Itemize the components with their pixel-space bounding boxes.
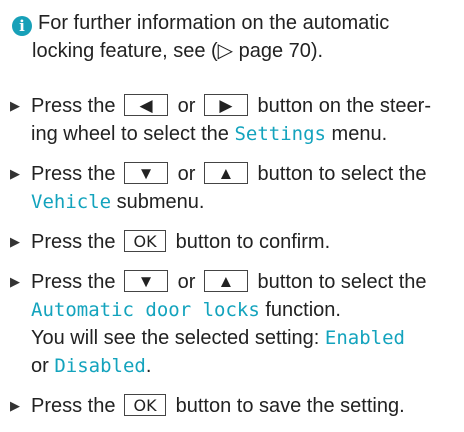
step-2: ▶ Press the ▼ or ▲ button to select the … bbox=[0, 160, 464, 216]
function-name: Automatic door locks bbox=[31, 299, 260, 321]
menu-name: Settings bbox=[234, 123, 326, 145]
step-1: ▶ Press the ◀ or ▶ button on the steer- … bbox=[0, 92, 464, 148]
up-arrow-key: ▲ bbox=[203, 161, 248, 184]
note-line1: For further information on the automatic bbox=[38, 12, 390, 34]
manual-page: i For further information on the automati… bbox=[0, 0, 464, 417]
step-3: ▶ Press the OK button to confirm. bbox=[0, 228, 464, 256]
info-icon: i bbox=[12, 16, 32, 36]
page-ref-arrow-icon: ▷ bbox=[217, 40, 234, 62]
info-note: i For further information on the automati… bbox=[12, 9, 456, 65]
bullet-icon: ▶ bbox=[10, 274, 20, 289]
step-5: ▶ Press the OK button to save the settin… bbox=[0, 392, 464, 420]
ok-key: OK bbox=[124, 393, 167, 416]
note-line2: locking feature, see (▷ page 70). bbox=[32, 40, 324, 62]
ok-key: OK bbox=[124, 229, 167, 252]
up-arrow-key: ▲ bbox=[203, 269, 248, 292]
bullet-icon: ▶ bbox=[10, 166, 20, 181]
bullet-icon: ▶ bbox=[10, 398, 20, 413]
down-arrow-key: ▼ bbox=[124, 269, 169, 292]
down-arrow-key: ▼ bbox=[124, 161, 169, 184]
setting-enabled: Enabled bbox=[324, 327, 405, 349]
step-4: ▶ Press the ▼ or ▲ button to select the … bbox=[0, 268, 464, 380]
submenu-name: Vehicle bbox=[31, 191, 112, 213]
bullet-icon: ▶ bbox=[10, 98, 20, 113]
bullet-icon: ▶ bbox=[10, 234, 20, 249]
setting-disabled: Disabled bbox=[54, 355, 146, 377]
left-arrow-key: ◀ bbox=[124, 93, 169, 116]
instruction-list: ▶ Press the ◀ or ▶ button on the steer- … bbox=[0, 92, 464, 432]
right-arrow-key: ▶ bbox=[203, 93, 248, 116]
